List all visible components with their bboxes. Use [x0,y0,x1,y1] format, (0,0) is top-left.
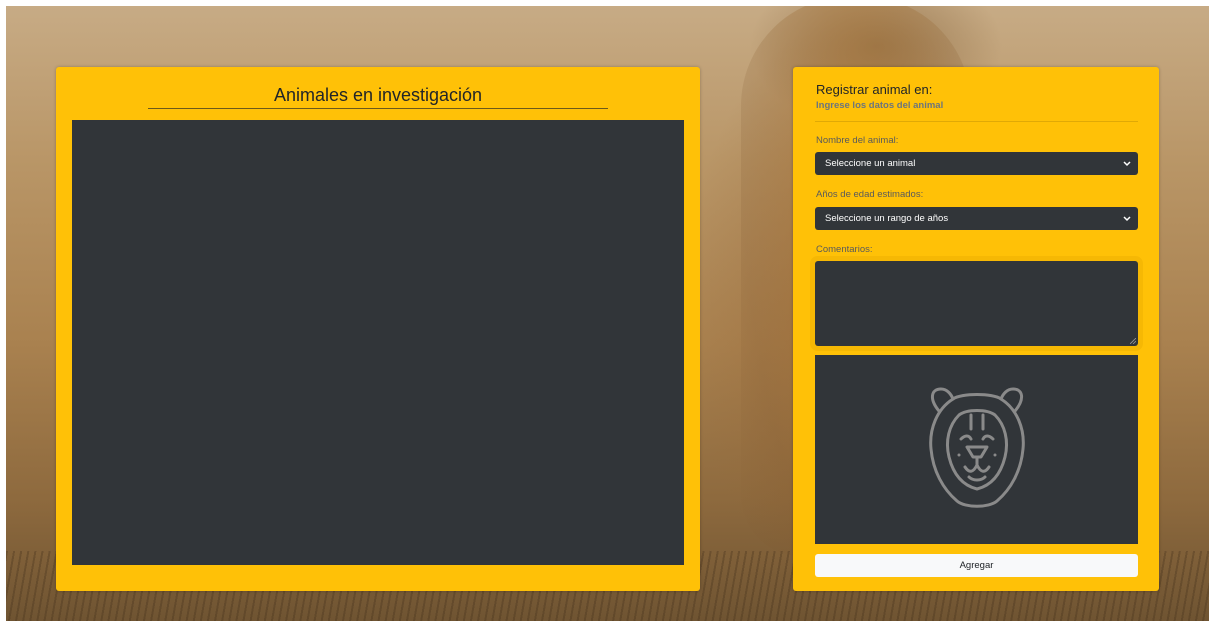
form-divider [815,121,1138,122]
lion-icon [929,387,1025,508]
age-selected: Seleccione un rango de años [825,213,949,224]
animal-name-select[interactable]: Seleccione un animal [815,152,1138,175]
add-button[interactable]: Agregar [815,554,1138,577]
animals-list-area [72,120,684,565]
comments-textarea[interactable] [815,261,1138,346]
animal-name-selected: Seleccione un animal [825,158,916,169]
age-select[interactable]: Seleccione un rango de años [815,207,1138,230]
comments-label: Comentarios: [816,244,873,255]
chevron-down-icon [1123,161,1131,167]
animal-name-label: Nombre del animal: [816,135,899,146]
chevron-down-icon [1123,216,1131,222]
resize-handle-icon[interactable] [1130,338,1136,344]
age-label: Años de edad estimados: [816,189,924,200]
form-title: Registrar animal en: [816,82,933,97]
animals-panel: Animales en investigación [56,67,700,591]
register-form-panel: Registrar animal en: Ingrese los datos d… [793,67,1159,591]
animals-panel-title: Animales en investigación [148,83,608,109]
form-subtitle: Ingrese los datos del animal [816,100,944,111]
animal-image-preview [815,355,1138,544]
